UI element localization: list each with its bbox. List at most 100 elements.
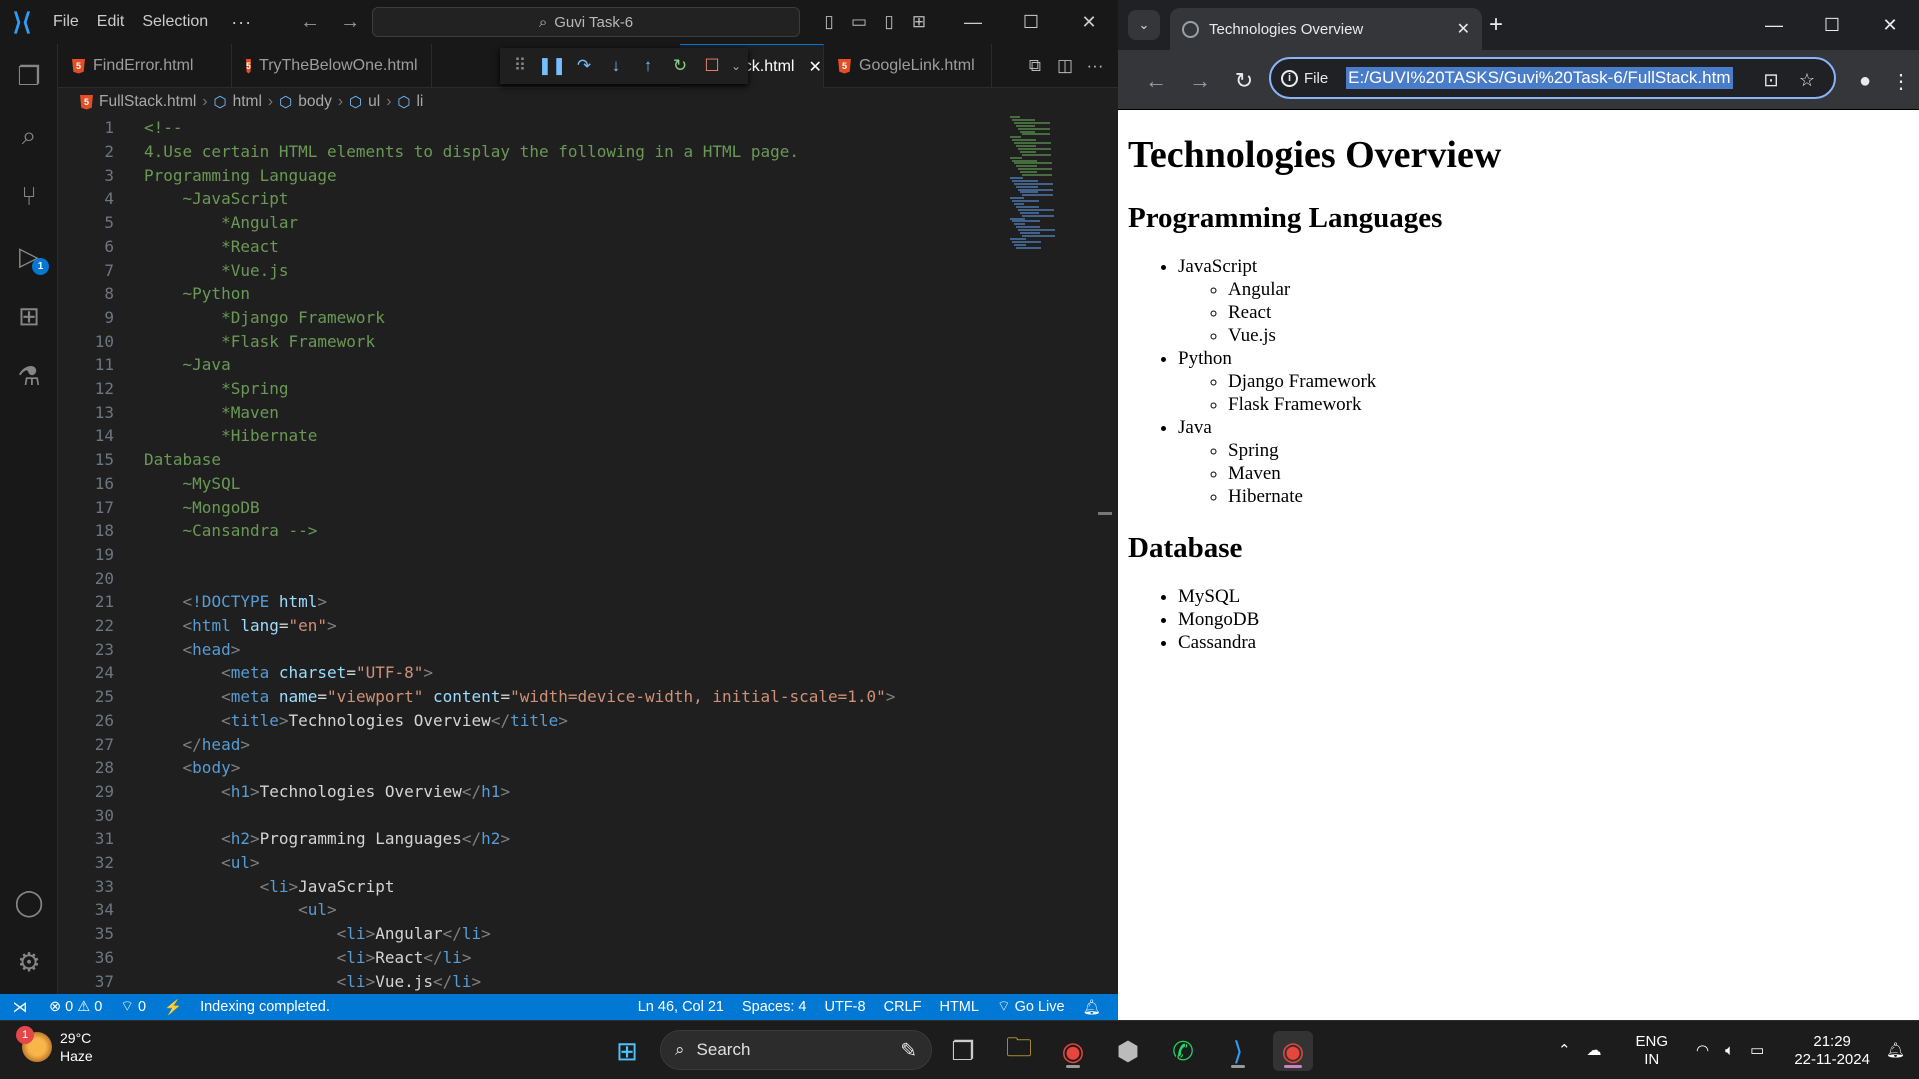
url-text[interactable]: E:/GUVI%20TASKS/Guvi%20Task-6/FullStack.… xyxy=(1346,67,1733,89)
breadcrumb-html[interactable]: html xyxy=(233,93,262,111)
code-line[interactable]: 19 xyxy=(58,543,1008,567)
code-line[interactable]: 15 Database xyxy=(58,448,1008,472)
command-center-search[interactable]: ⌕ Guvi Task-6 xyxy=(372,7,800,37)
open-preview-icon[interactable]: ⧉ xyxy=(1020,56,1050,76)
code-line[interactable]: 4 ~JavaScript xyxy=(58,187,1008,211)
code-line[interactable]: 35 <li>Angular</li> xyxy=(58,922,1008,946)
code-line[interactable]: 29 <h1>Technologies Overview</h1> xyxy=(58,780,1008,804)
tab-googlelink[interactable]: 5 GoogleLink.html xyxy=(824,44,992,88)
code-line[interactable]: 14 *Hibernate xyxy=(58,424,1008,448)
breadcrumb-body[interactable]: body xyxy=(298,93,332,111)
maximize-icon[interactable]: ☐ xyxy=(1002,12,1060,33)
code-line[interactable]: 13 *Maven xyxy=(58,400,1008,424)
remote-icon[interactable]: ⋊ xyxy=(0,994,40,1020)
debug-status-icon[interactable]: ⚡ xyxy=(155,999,191,1016)
windows-start-icon[interactable]: ⊞ xyxy=(607,1031,647,1071)
code-line[interactable]: 17 ~MongoDB xyxy=(58,495,1008,519)
code-line[interactable]: 36 <li>React</li> xyxy=(58,946,1008,970)
more-actions-icon[interactable]: ··· xyxy=(1080,56,1110,76)
breadcrumb-ul[interactable]: ul xyxy=(368,93,380,111)
menu-selection[interactable]: Selection xyxy=(133,13,217,31)
wifi-icon[interactable]: ◠ xyxy=(1688,1042,1717,1060)
site-info-chip[interactable]: i File xyxy=(1281,69,1328,87)
onedrive-error-icon[interactable]: ☁ xyxy=(1579,1042,1610,1060)
code-line[interactable]: 27 </head> xyxy=(58,732,1008,756)
tab-finderror[interactable]: 5 FindError.html xyxy=(58,44,232,88)
reload-icon[interactable]: ↻ xyxy=(1228,65,1260,97)
clock[interactable]: 21:29 22-11-2024 xyxy=(1786,1033,1878,1069)
forward-arrow-icon[interactable]: → xyxy=(1184,65,1216,97)
code-line[interactable]: 24 <meta charset="UTF-8"> xyxy=(58,661,1008,685)
step-over-icon[interactable]: ↷ xyxy=(568,56,600,76)
drag-handle-icon[interactable]: ⠿ xyxy=(504,56,536,76)
tab-trythebelowone[interactable]: 5 TryTheBelowOne.html xyxy=(232,44,432,88)
stop-icon[interactable]: ☐ xyxy=(696,56,728,76)
code-line[interactable]: 2 4.Use certain HTML elements to display … xyxy=(58,140,1008,164)
code-line[interactable]: 34 <ul> xyxy=(58,898,1008,922)
vscode-taskbar-icon[interactable]: ⟩ xyxy=(1218,1031,1258,1071)
code-line[interactable]: 31 <h2>Programming Languages</h2> xyxy=(58,827,1008,851)
testing-icon[interactable]: ⚗ xyxy=(0,348,58,404)
code-line[interactable]: 28 <body> xyxy=(58,756,1008,780)
indentation[interactable]: Spaces: 4 xyxy=(733,999,816,1015)
ports-indicator[interactable]: ⌔ 0 xyxy=(111,998,155,1016)
code-line[interactable]: 18 ~Cansandra --> xyxy=(58,519,1008,543)
nav-back-icon[interactable]: ← xyxy=(290,11,330,34)
chevron-down-icon[interactable]: ⌄ xyxy=(728,59,744,73)
menu-more-icon[interactable]: ··· xyxy=(217,12,266,33)
code-editor[interactable]: 1 <!-- 2 4.Use certain HTML elements to dis… xyxy=(58,116,1118,994)
code-line[interactable]: 21 <!DOCTYPE html> xyxy=(58,590,1008,614)
code-line[interactable]: 22 <html lang="en"> xyxy=(58,614,1008,638)
task-view-icon[interactable]: ❐ xyxy=(943,1031,983,1071)
breadcrumb-file[interactable]: FullStack.html xyxy=(99,93,196,111)
code-line[interactable]: 26 <title>Technologies Overview</title> xyxy=(58,709,1008,733)
extensions-icon[interactable]: ⊞ xyxy=(0,288,58,344)
weather-widget[interactable]: 1 29°C Haze xyxy=(16,1026,93,1065)
code-line[interactable]: 37 <li>Vue.js</li> xyxy=(58,969,1008,993)
nav-forward-icon[interactable]: → xyxy=(330,11,370,34)
code-line[interactable]: 25 <meta name="viewport" content="width=… xyxy=(58,685,1008,709)
code-line[interactable]: 11 ~Java xyxy=(58,353,1008,377)
breadcrumb-li[interactable]: li xyxy=(416,93,423,111)
volume-icon[interactable]: 🔈︎ xyxy=(1717,1042,1742,1060)
language-indicator[interactable]: ENG IN xyxy=(1628,1033,1677,1069)
run-debug-icon[interactable]: ▷ 1 xyxy=(0,228,58,284)
code-line[interactable]: 7 *Vue.js xyxy=(58,258,1008,282)
close-icon[interactable]: ✕ xyxy=(1060,12,1118,33)
tab-search-chevron-icon[interactable]: ⌄ xyxy=(1128,10,1160,40)
tab-close-icon[interactable]: ✕ xyxy=(808,57,821,77)
toggle-panel-icon[interactable]: ▭ xyxy=(844,12,874,32)
close-icon[interactable]: ✕ xyxy=(1861,15,1919,36)
chrome-tab[interactable]: Technologies Overview ✕ xyxy=(1170,8,1482,50)
taskbar-search[interactable]: ⌕ Search ✎ xyxy=(660,1030,932,1070)
go-live-button[interactable]: ⌔ Go Live xyxy=(988,998,1074,1016)
menu-edit[interactable]: Edit xyxy=(88,13,134,31)
code-line[interactable]: 30 xyxy=(58,803,1008,827)
notification-center-icon[interactable]: 🔔︎ xyxy=(1878,1042,1913,1060)
profile-avatar-icon[interactable]: ● xyxy=(1848,64,1882,98)
minimap[interactable] xyxy=(1008,116,1098,256)
code-line[interactable]: 12 *Spring xyxy=(58,377,1008,401)
minimize-icon[interactable]: — xyxy=(1745,15,1803,36)
source-control-icon[interactable]: ⑂ xyxy=(0,168,58,224)
address-bar[interactable]: i File E:/GUVI%20TASKS/Guvi%20Task-6/Ful… xyxy=(1269,57,1836,99)
code-line[interactable]: 20 xyxy=(58,566,1008,590)
code-line[interactable]: 5 *Angular xyxy=(58,211,1008,235)
code-line[interactable]: 10 *Flask Framework xyxy=(58,329,1008,353)
language-mode[interactable]: HTML xyxy=(930,999,987,1015)
menu-file[interactable]: File xyxy=(44,13,88,31)
explorer-icon[interactable]: ❐ xyxy=(0,48,58,104)
lens-icon[interactable]: ⊡ xyxy=(1758,67,1784,93)
scrollbar-marker[interactable] xyxy=(1098,512,1112,515)
code-line[interactable]: 23 <head> xyxy=(58,637,1008,661)
chrome-active-taskbar-icon[interactable]: ◉ xyxy=(1273,1031,1313,1071)
code-line[interactable]: 16 ~MySQL xyxy=(58,472,1008,496)
back-arrow-icon[interactable]: ← xyxy=(1140,65,1172,97)
bookmark-star-icon[interactable]: ☆ xyxy=(1794,67,1820,93)
accounts-icon[interactable]: ◯ xyxy=(0,874,58,930)
chrome-taskbar-icon[interactable]: ◉ xyxy=(1053,1031,1093,1071)
code-line[interactable]: 33 <li>JavaScript xyxy=(58,874,1008,898)
chrome-menu-icon[interactable]: ⋮ xyxy=(1884,64,1918,98)
restart-icon[interactable]: ↻ xyxy=(664,56,696,76)
encoding[interactable]: UTF-8 xyxy=(816,999,875,1015)
